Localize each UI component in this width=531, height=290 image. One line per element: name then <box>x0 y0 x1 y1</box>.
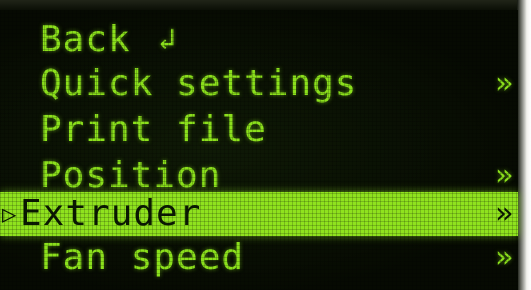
display-bezel-top <box>0 0 531 10</box>
menu-item-label: Extruder <box>20 193 202 234</box>
lcd-screen: Back ↲ Quick settings » Print file Posit… <box>0 10 518 290</box>
menu-item-quick-settings[interactable]: Quick settings » <box>0 62 518 106</box>
return-arrow-icon: ↲ <box>158 22 178 57</box>
display-bezel-edge <box>517 0 531 290</box>
selection-cursor-icon: ▷ <box>2 200 18 228</box>
lcd-display-frame: Back ↲ Quick settings » Print file Posit… <box>0 0 531 290</box>
menu-item-back[interactable]: Back ↲ <box>0 18 518 62</box>
menu-item-label: Print file <box>40 109 267 150</box>
submenu-chevron-icon: » <box>494 66 514 101</box>
main-menu: Back ↲ Quick settings » Print file Posit… <box>0 10 518 290</box>
menu-item-print-file[interactable]: Print file <box>0 108 518 152</box>
menu-item-fan-speed[interactable]: Fan speed » <box>0 236 518 280</box>
menu-item-label: Quick settings <box>40 63 358 104</box>
menu-item-label: Fan speed <box>40 237 245 278</box>
submenu-chevron-icon: » <box>494 240 514 275</box>
submenu-chevron-icon: » <box>494 196 514 231</box>
menu-item-extruder[interactable]: ▷ Extruder » <box>0 192 518 236</box>
menu-item-label: Back <box>40 19 131 60</box>
